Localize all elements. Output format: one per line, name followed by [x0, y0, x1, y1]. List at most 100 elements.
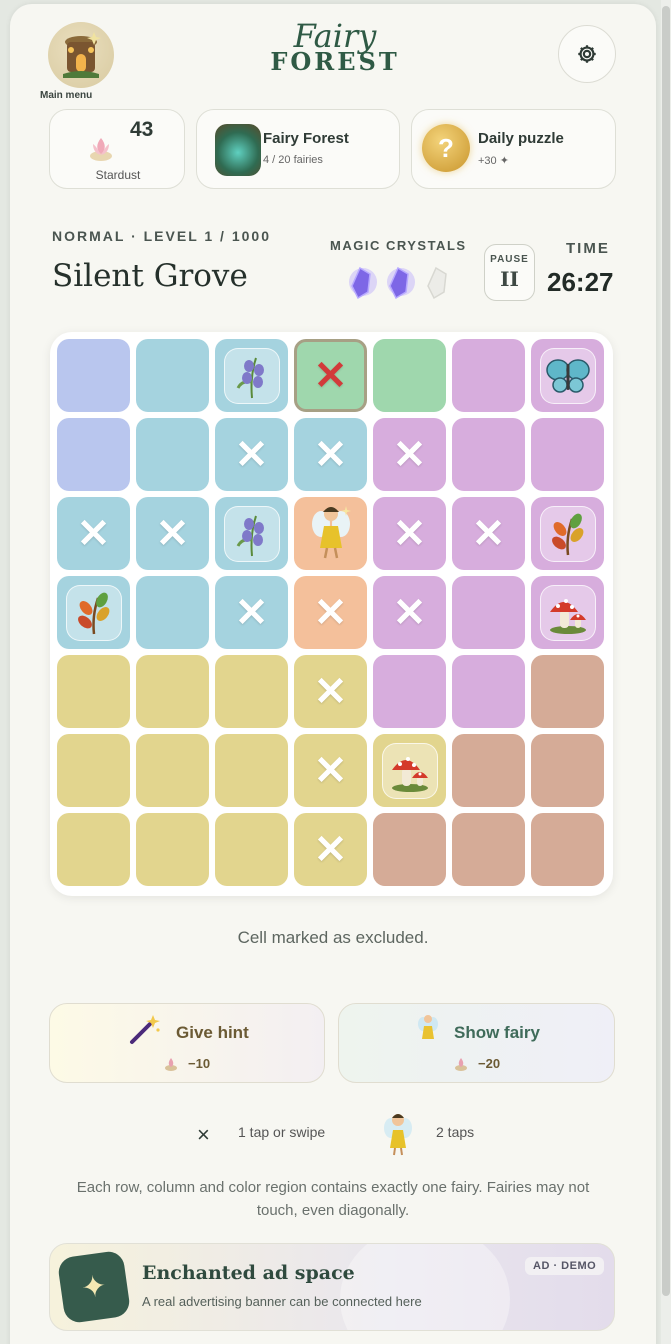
board-cell[interactable]	[57, 734, 130, 807]
magic-crystals	[349, 266, 447, 300]
board-cell[interactable]	[136, 813, 209, 886]
excluded-mark-icon: ✕	[392, 511, 427, 556]
board-cell[interactable]	[452, 655, 525, 728]
stardust-card: 43 Stardust	[49, 109, 185, 189]
status-message: Cell marked as excluded.	[237, 928, 429, 947]
ad-banner[interactable]: ✦ Enchanted ad space A real advertising …	[49, 1243, 615, 1331]
board-cell[interactable]	[136, 576, 209, 649]
daily-puzzle-reward: +30 ✦	[478, 155, 509, 167]
gear-icon	[578, 45, 596, 63]
excluded-mark-icon: ✕	[313, 827, 348, 872]
board-cell[interactable]	[531, 734, 604, 807]
leaf-icon	[65, 584, 122, 641]
give-hint-button[interactable]: Give hint −10	[49, 1003, 325, 1083]
board-cell[interactable]: ✕	[373, 576, 446, 649]
excluded-mark-icon: ✕	[392, 590, 427, 635]
ad-title: Enchanted ad space	[142, 1262, 355, 1284]
board-cell[interactable]	[531, 813, 604, 886]
level-caption: NORMAL · LEVEL 1 / 1000	[52, 228, 271, 244]
excluded-mark-icon: ✕	[313, 353, 348, 398]
board-cell[interactable]	[452, 813, 525, 886]
excluded-mark-icon: ✕	[234, 590, 269, 635]
board-cell[interactable]	[531, 655, 604, 728]
board-cell[interactable]	[57, 339, 130, 412]
board-cell[interactable]	[57, 576, 130, 649]
board-cell[interactable]	[452, 734, 525, 807]
scrollbar[interactable]	[661, 0, 671, 1344]
board-cell[interactable]	[294, 497, 367, 570]
excluded-mark-icon: ✕	[471, 511, 506, 556]
show-fairy-cost: −20	[478, 1056, 501, 1071]
board-cell[interactable]: ✕	[373, 497, 446, 570]
give-hint-label: Give hint	[176, 1023, 249, 1042]
board-cell[interactable]	[373, 734, 446, 807]
board-cell[interactable]	[373, 339, 446, 412]
board-cell[interactable]	[452, 576, 525, 649]
show-fairy-label: Show fairy	[454, 1023, 540, 1042]
daily-puzzle-card[interactable]: ? Daily puzzle +30 ✦	[411, 109, 616, 189]
board-cell[interactable]: ✕	[57, 497, 130, 570]
level-name: Silent Grove	[52, 258, 248, 294]
settings-button[interactable]	[558, 25, 616, 83]
puzzle-board: ✕ ✕ ✕ ✕ ✕ ✕ ✕ ✕ ✕ ✕ ✕ ✕ ✕ ✕	[50, 332, 613, 896]
board-cell[interactable]	[373, 813, 446, 886]
board-cell[interactable]	[215, 813, 288, 886]
board-cell[interactable]	[452, 418, 525, 491]
board-cell[interactable]	[57, 813, 130, 886]
mushroom-icon	[381, 742, 438, 799]
board-cell[interactable]	[57, 655, 130, 728]
stardust-cost-icon	[455, 1058, 467, 1071]
board-cell[interactable]	[215, 339, 288, 412]
board-cell[interactable]: ✕	[294, 734, 367, 807]
show-fairy-button[interactable]: Show fairy −20	[338, 1003, 615, 1083]
board-cell[interactable]: ✕	[294, 339, 367, 412]
board-cell[interactable]	[57, 418, 130, 491]
board-cell[interactable]	[136, 339, 209, 412]
scrollbar-thumb[interactable]	[662, 6, 670, 1296]
crystal-filled-icon	[349, 266, 377, 300]
crystal-empty-icon	[427, 266, 447, 300]
game-logo: Fairy FOREST	[250, 20, 420, 74]
board-cell[interactable]	[215, 655, 288, 728]
fairy-forest-title: Fairy Forest	[263, 130, 349, 147]
crystal-filled-icon	[387, 266, 415, 300]
cross-legend-icon: ×	[197, 1122, 210, 1147]
excluded-mark-icon: ✕	[76, 511, 111, 556]
board-cell[interactable]	[531, 576, 604, 649]
logo-bottom-text: FOREST	[270, 47, 400, 76]
board-cell[interactable]: ✕	[294, 576, 367, 649]
bluebell-icon	[223, 505, 280, 562]
board-cell[interactable]: ✕	[294, 655, 367, 728]
board-cell[interactable]	[452, 339, 525, 412]
board-cell[interactable]	[136, 418, 209, 491]
board-cell[interactable]	[136, 734, 209, 807]
board-cell[interactable]: ✕	[294, 813, 367, 886]
excluded-mark-icon: ✕	[313, 432, 348, 477]
pause-button[interactable]: PAUSE II	[484, 244, 535, 301]
board-cell[interactable]	[136, 655, 209, 728]
board-cell[interactable]: ✕	[294, 418, 367, 491]
board-cell[interactable]	[215, 734, 288, 807]
give-hint-cost: −10	[188, 1056, 211, 1071]
board-cell[interactable]: ✕	[215, 418, 288, 491]
stardust-value: 43	[130, 118, 154, 141]
ad-decoration	[340, 1244, 510, 1330]
board-cell[interactable]	[373, 655, 446, 728]
board-cell[interactable]: ✕	[452, 497, 525, 570]
magic-crystals-label: MAGIC CRYSTALS	[330, 238, 467, 253]
board-cell[interactable]	[531, 418, 604, 491]
board-cell[interactable]	[531, 339, 604, 412]
excluded-mark-icon: ✕	[155, 511, 190, 556]
main-menu-label: Main menu	[40, 90, 93, 101]
stardust-cost-icon	[165, 1058, 177, 1071]
board-cell[interactable]: ✕	[373, 418, 446, 491]
tree-stump-house-icon	[63, 32, 101, 78]
question-coin-icon: ?	[422, 124, 470, 172]
board-cell[interactable]: ✕	[136, 497, 209, 570]
fairy-forest-card[interactable]: Fairy Forest 4 / 20 fairies	[196, 109, 400, 189]
main-menu-button[interactable]	[48, 22, 114, 88]
board-cell[interactable]	[531, 497, 604, 570]
ad-demo-badge: AD · DEMO	[525, 1257, 605, 1275]
board-cell[interactable]: ✕	[215, 576, 288, 649]
board-cell[interactable]	[215, 497, 288, 570]
